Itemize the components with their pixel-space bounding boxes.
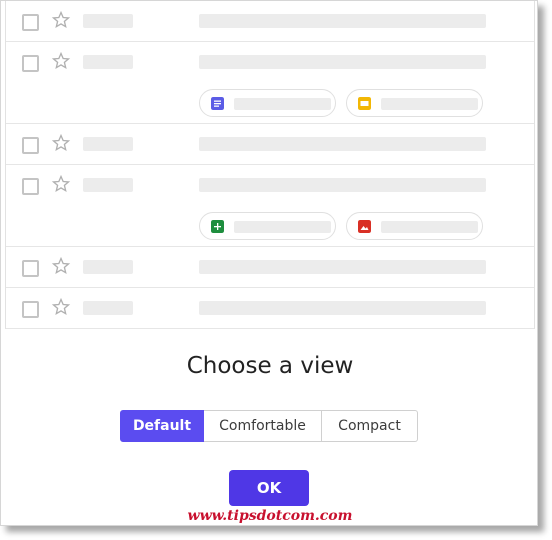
attachment-chip[interactable]	[346, 212, 483, 240]
docs-icon	[211, 97, 224, 110]
attachment-name-placeholder	[381, 98, 478, 110]
watermark: www.tipsdotcom.com	[187, 508, 353, 524]
sender-placeholder	[83, 137, 133, 151]
star-icon[interactable]	[51, 133, 71, 153]
sender-placeholder	[83, 260, 133, 274]
star-icon[interactable]	[51, 10, 71, 30]
view-options: Default Comfortable Compact	[120, 410, 418, 442]
checkbox[interactable]	[22, 14, 39, 31]
sender-placeholder	[83, 301, 133, 315]
subject-placeholder	[199, 55, 486, 69]
checkbox[interactable]	[22, 55, 39, 72]
checkbox[interactable]	[22, 260, 39, 277]
star-icon[interactable]	[51, 174, 71, 194]
checkbox[interactable]	[22, 178, 39, 195]
star-icon[interactable]	[51, 297, 71, 317]
star-icon[interactable]	[51, 51, 71, 71]
dialog-title: Choose a view	[186, 353, 354, 379]
sender-placeholder	[83, 14, 133, 28]
email-row[interactable]	[6, 42, 534, 124]
email-row[interactable]	[6, 124, 534, 165]
email-row[interactable]	[6, 165, 534, 247]
subject-placeholder	[199, 14, 486, 28]
sheets-icon	[211, 220, 224, 233]
subject-placeholder	[199, 137, 486, 151]
email-list-preview	[5, 1, 535, 329]
view-option-compact[interactable]: Compact	[322, 410, 418, 442]
attachment-chip[interactable]	[346, 89, 483, 117]
subject-placeholder	[199, 178, 486, 192]
sender-placeholder	[83, 55, 133, 69]
star-icon[interactable]	[51, 256, 71, 276]
attachment-name-placeholder	[234, 221, 331, 233]
subject-placeholder	[199, 260, 486, 274]
slides-icon	[358, 97, 371, 110]
email-row[interactable]	[6, 1, 534, 42]
dialog-frame: Choose a view Default Comfortable Compac…	[0, 0, 538, 526]
checkbox[interactable]	[22, 301, 39, 318]
view-option-comfortable[interactable]: Comfortable	[204, 410, 322, 442]
attachment-name-placeholder	[234, 98, 331, 110]
ok-button[interactable]: OK	[229, 470, 309, 506]
email-row[interactable]	[6, 288, 534, 329]
attachment-chip[interactable]	[199, 89, 336, 117]
image-icon	[358, 220, 371, 233]
checkbox[interactable]	[22, 137, 39, 154]
subject-placeholder	[199, 301, 486, 315]
view-option-default[interactable]: Default	[120, 410, 204, 442]
email-row[interactable]	[6, 247, 534, 288]
sender-placeholder	[83, 178, 133, 192]
attachment-chip[interactable]	[199, 212, 336, 240]
attachment-name-placeholder	[381, 221, 478, 233]
